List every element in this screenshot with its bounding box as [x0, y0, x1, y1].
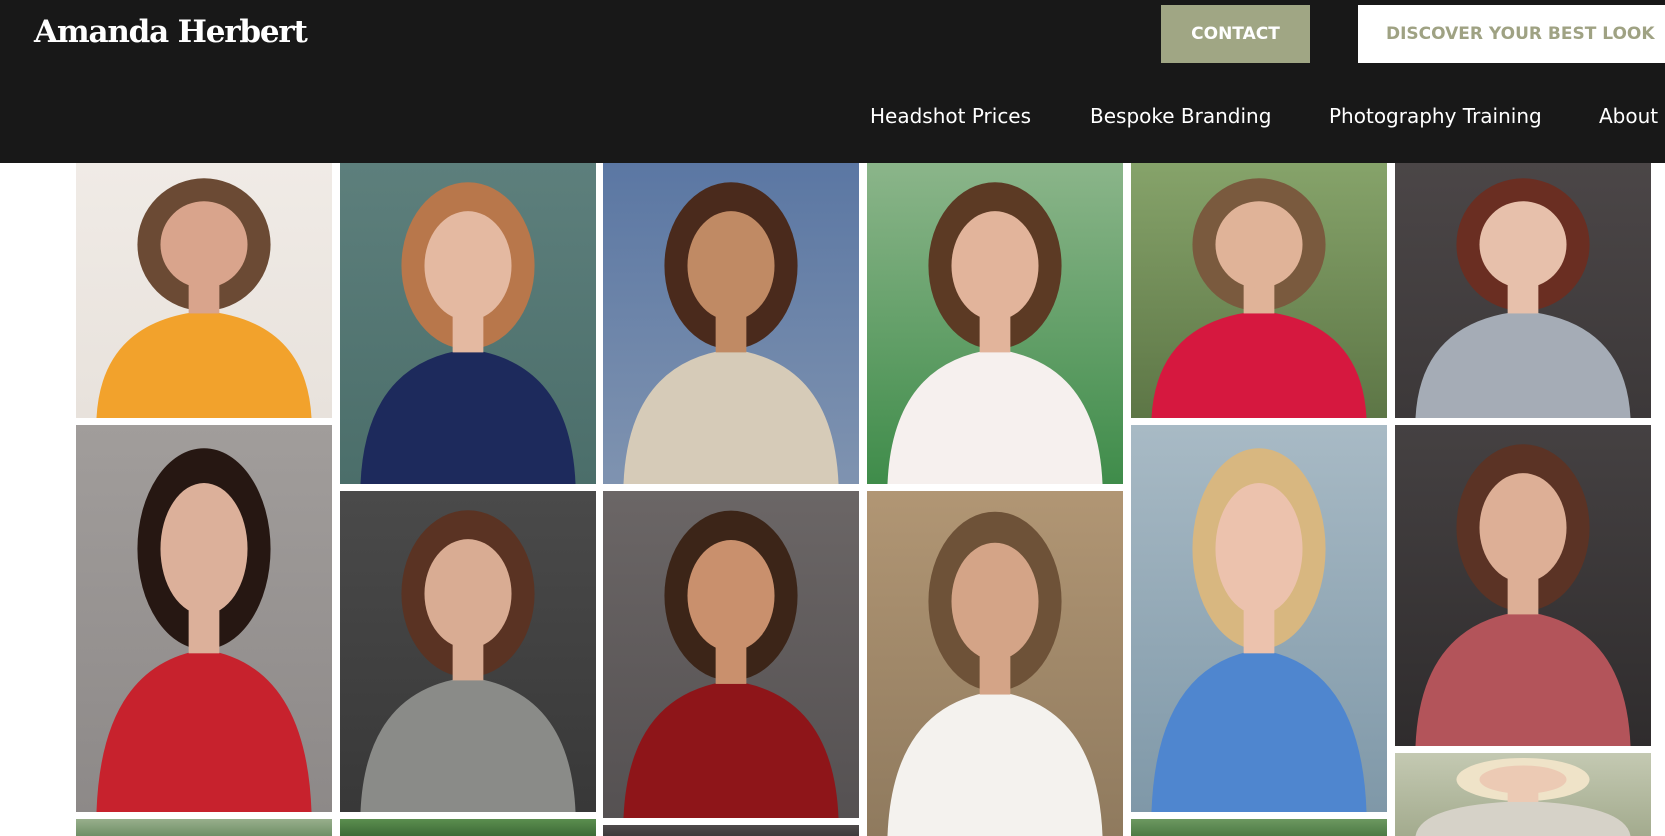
portrait-photo-icon	[867, 491, 1123, 836]
nav-bespoke-branding[interactable]: Bespoke Branding	[1090, 104, 1271, 128]
portrait-gallery	[0, 163, 1665, 836]
portrait-photo-icon	[76, 425, 332, 812]
discover-best-look-button[interactable]: DISCOVER YOUR BEST LOOK	[1358, 5, 1665, 63]
gallery-photo-girl-curly-red-top[interactable]	[76, 425, 332, 812]
portrait-photo-icon	[603, 491, 859, 818]
gallery-photo-woman-blue-sweater[interactable]	[1131, 425, 1387, 812]
gallery-photo-woman-grey-sweater[interactable]	[1395, 163, 1651, 418]
portrait-photo-icon	[603, 163, 859, 484]
nav-headshot-prices[interactable]: Headshot Prices	[870, 104, 1031, 128]
gallery-photo-woman-white-tank[interactable]	[867, 491, 1123, 836]
portrait-photo-icon	[867, 163, 1123, 484]
gallery-photo-woman-pink-blouse[interactable]	[1395, 425, 1651, 746]
portrait-photo-icon	[1131, 163, 1387, 418]
gallery-photo-partial-row-3[interactable]	[603, 825, 859, 836]
gallery-photo-young-man-navy-shirt[interactable]	[340, 163, 596, 484]
nav-about[interactable]: About	[1599, 104, 1658, 128]
gallery-photo-partial-row-5[interactable]	[1131, 819, 1387, 836]
gallery-photo-partial-row-2[interactable]	[340, 819, 596, 836]
portrait-photo-icon	[603, 825, 859, 836]
gallery-photo-woman-blonde-partial[interactable]	[1395, 753, 1651, 836]
portrait-photo-icon	[1395, 163, 1651, 418]
gallery-photo-girl-white-top-green[interactable]	[867, 163, 1123, 484]
gallery-photo-woman-red-sweater[interactable]	[603, 491, 859, 818]
portrait-photo-icon	[1395, 753, 1651, 836]
gallery-photo-man-orange-hoodie[interactable]	[76, 163, 332, 418]
portrait-photo-icon	[340, 491, 596, 812]
site-header: Amanda Herbert CONTACT DISCOVER YOUR BES…	[0, 0, 1665, 163]
portrait-photo-icon	[1131, 819, 1387, 836]
portrait-photo-icon	[76, 163, 332, 418]
portrait-photo-icon	[1131, 425, 1387, 812]
gallery-photo-woman-gold-gown-beach[interactable]	[603, 163, 859, 484]
contact-button[interactable]: CONTACT	[1161, 5, 1310, 63]
site-logo[interactable]: Amanda Herbert	[34, 14, 308, 50]
gallery-photo-partial-row-1[interactable]	[76, 819, 332, 836]
nav-photography-training[interactable]: Photography Training	[1329, 104, 1542, 128]
portrait-photo-icon	[1395, 425, 1651, 746]
portrait-photo-icon	[340, 163, 596, 484]
gallery-photo-woman-red-dress[interactable]	[1131, 163, 1387, 418]
gallery-photo-woman-grey-tshirt[interactable]	[340, 491, 596, 812]
portrait-photo-icon	[76, 819, 332, 836]
portrait-photo-icon	[340, 819, 596, 836]
